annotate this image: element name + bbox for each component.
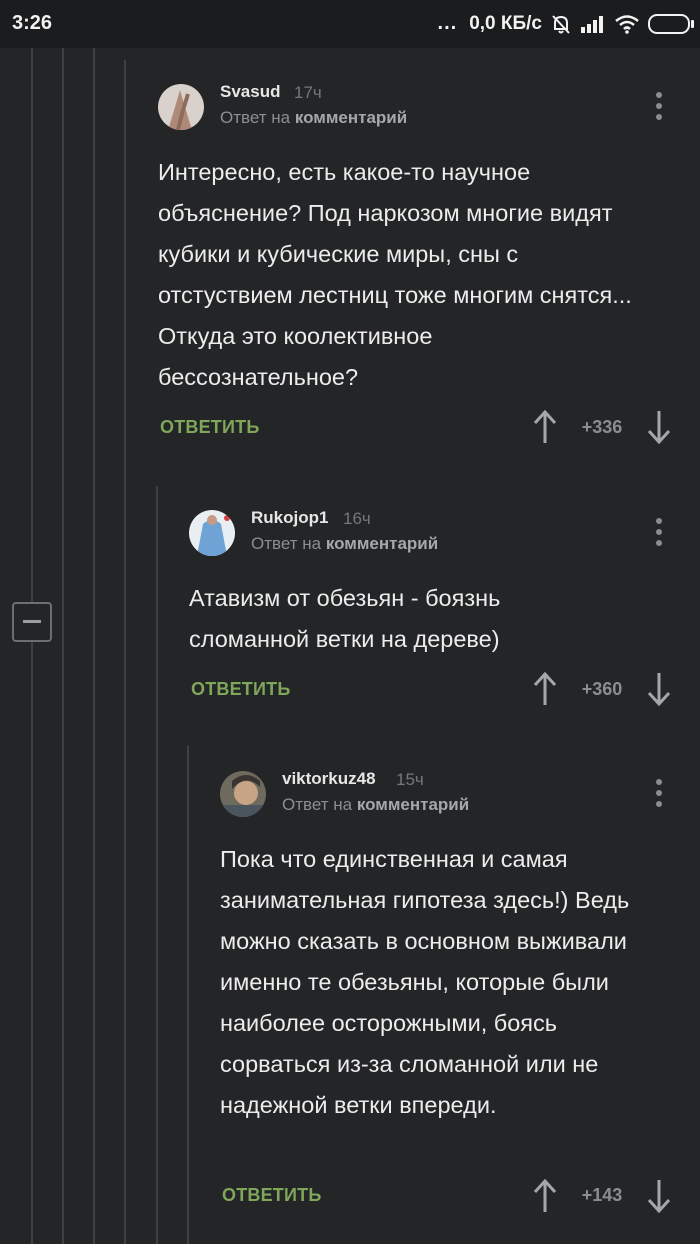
reply-button[interactable]: ОТВЕТИТЬ bbox=[160, 417, 259, 438]
avatar[interactable] bbox=[220, 771, 266, 817]
more-options-icon[interactable] bbox=[655, 779, 663, 809]
reply-prefix: Ответ на bbox=[251, 534, 322, 553]
author-name[interactable]: Rukojop1 bbox=[251, 508, 328, 528]
author-name[interactable]: viktorkuz48 bbox=[282, 769, 376, 789]
comment-time: 15ч bbox=[396, 770, 424, 789]
reply-target-link[interactable]: комментарий bbox=[326, 534, 438, 553]
collapse-thread-button[interactable] bbox=[12, 602, 52, 642]
thread-line bbox=[93, 48, 95, 1244]
status-time: 3:26 bbox=[12, 12, 53, 34]
more-dots: ... bbox=[437, 12, 458, 34]
net-speed: 0,0 КБ/с bbox=[469, 12, 542, 34]
thread-line bbox=[156, 486, 158, 1244]
thread-line bbox=[31, 638, 33, 1244]
thread-line bbox=[31, 48, 33, 602]
vote-down-icon[interactable] bbox=[648, 410, 670, 444]
comment-text: Атавизм от обезьян - боязнь сломанной ве… bbox=[189, 585, 501, 652]
wifi-icon bbox=[615, 14, 639, 34]
comment-score: +143 bbox=[581, 1185, 623, 1205]
avatar[interactable] bbox=[189, 510, 235, 556]
more-options-icon[interactable] bbox=[655, 518, 663, 548]
comment-score: +336 bbox=[581, 417, 623, 437]
thread-line bbox=[124, 60, 126, 1244]
vote-up-icon[interactable] bbox=[534, 410, 556, 444]
reply-target-link[interactable]: комментарий bbox=[295, 108, 407, 127]
vote-up-icon[interactable] bbox=[534, 1179, 556, 1213]
signal-icon bbox=[581, 15, 603, 33]
reply-prefix: Ответ на bbox=[220, 108, 291, 127]
reply-button[interactable]: ОТВЕТИТЬ bbox=[222, 1185, 321, 1206]
battery-icon bbox=[648, 13, 694, 34]
comment-rukojop1: Rukojop1 16ч Ответ на комментарий Атавиз… bbox=[189, 508, 678, 720]
comment-score: +360 bbox=[581, 679, 623, 699]
status-bar: 3:26 ... 0,0 КБ/с bbox=[0, 0, 700, 48]
vote-down-icon[interactable] bbox=[648, 1179, 670, 1213]
bell-off-icon bbox=[552, 14, 570, 34]
reply-button[interactable]: ОТВЕТИТЬ bbox=[191, 679, 290, 700]
more-options-icon[interactable] bbox=[655, 92, 663, 122]
reply-to-text: Ответ на комментарий bbox=[251, 534, 438, 554]
comment-time: 16ч bbox=[343, 509, 371, 528]
thread-line bbox=[62, 48, 64, 1244]
comment-text: Интересно, есть какое-то научное объясне… bbox=[158, 159, 632, 390]
comment-time: 17ч bbox=[294, 83, 322, 102]
comment-viktorkuz48: viktorkuz48 15ч Ответ на комментарий Пок… bbox=[220, 769, 678, 1221]
reply-prefix: Ответ на bbox=[282, 795, 353, 814]
vote-up-icon[interactable] bbox=[534, 672, 556, 706]
status-icons: ... 0,0 КБ/с bbox=[437, 12, 694, 35]
thread-line bbox=[187, 746, 189, 1244]
vote-down-icon[interactable] bbox=[648, 672, 670, 706]
comment-text: Пока что единственная и самая заниматель… bbox=[220, 846, 630, 1118]
comment-svasud: Svasud 17ч Ответ на комментарий Интересн… bbox=[158, 82, 678, 454]
reply-target-link[interactable]: комментарий bbox=[357, 795, 469, 814]
avatar[interactable] bbox=[158, 84, 204, 130]
reply-to-text: Ответ на комментарий bbox=[220, 108, 407, 128]
reply-to-text: Ответ на комментарий bbox=[282, 795, 469, 815]
author-name[interactable]: Svasud bbox=[220, 82, 280, 102]
